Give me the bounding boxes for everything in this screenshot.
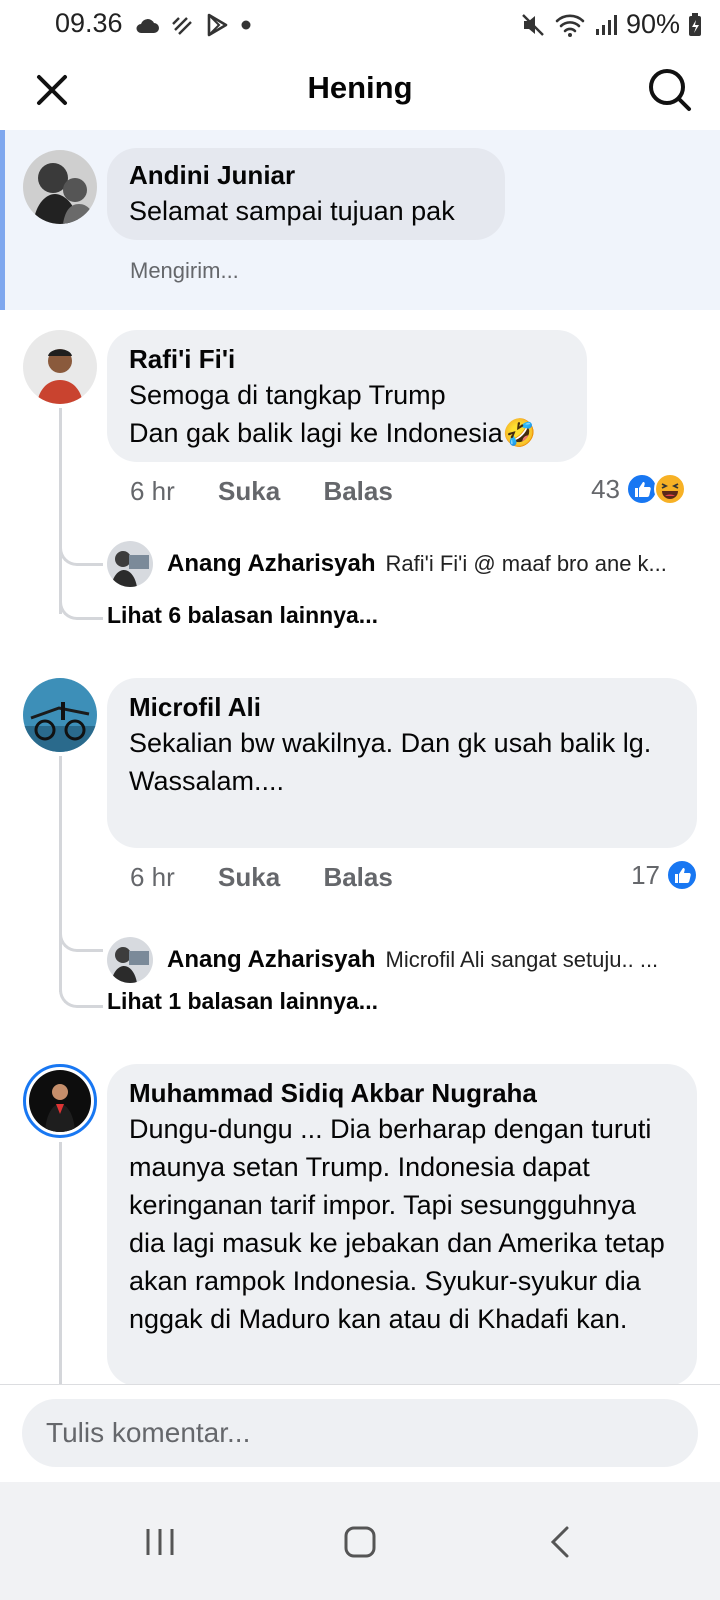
avatar-image xyxy=(23,330,97,404)
like-button[interactable]: Suka xyxy=(218,862,280,893)
search-button[interactable] xyxy=(646,66,694,114)
comment-author[interactable]: Microfil Ali xyxy=(129,690,675,724)
avatar-image xyxy=(29,1070,91,1132)
data-saver-icon xyxy=(172,17,192,35)
avatar-image xyxy=(107,937,153,983)
view-more-replies-link[interactable]: Lihat 6 balasan lainnya... xyxy=(107,602,378,629)
reply-preview[interactable]: Anang Azharisyah Microfil Ali sangat set… xyxy=(107,936,691,984)
status-time: 09.36 xyxy=(55,8,123,38)
reply-button[interactable]: Balas xyxy=(323,476,392,507)
reply-avatar[interactable] xyxy=(107,541,153,587)
system-icons: 90% xyxy=(520,9,702,40)
comment-text: Dungu-dungu ... Dia berharap dengan turu… xyxy=(129,1114,665,1334)
avatar-image xyxy=(23,150,97,224)
comment-input[interactable] xyxy=(22,1399,698,1467)
comment-bubble[interactable]: Muhammad Sidiq Akbar Nugraha Dungu-dungu… xyxy=(107,1064,697,1386)
cloud-icon xyxy=(136,19,159,33)
like-reaction-icon xyxy=(666,859,698,891)
comment-author[interactable]: Andini Juniar xyxy=(129,158,483,192)
reaction-summary[interactable]: 43 xyxy=(591,473,686,505)
home-icon xyxy=(344,1526,376,1558)
mute-icon xyxy=(522,13,544,36)
reply-preview[interactable]: Anang Azharisyah Rafi'i Fi'i @ maaf bro … xyxy=(107,540,687,588)
search-icon xyxy=(649,69,691,111)
thread-branch xyxy=(59,978,103,1008)
play-store-icon xyxy=(207,13,228,37)
comment-meta: 6 hr Suka Balas xyxy=(130,476,429,507)
reply-avatar[interactable] xyxy=(107,937,153,983)
reply-button[interactable]: Balas xyxy=(323,862,392,893)
view-more-replies-link[interactable]: Lihat 1 balasan lainnya... xyxy=(107,988,378,1015)
avatar-image xyxy=(23,678,97,752)
thread-line xyxy=(59,408,62,614)
comment-meta: 6 hr Suka Balas xyxy=(130,862,429,893)
dot-icon xyxy=(241,20,251,30)
reply-author[interactable]: Anang Azharisyah xyxy=(167,946,376,974)
reaction-summary[interactable]: 17 xyxy=(631,859,698,891)
system-nav-bar xyxy=(0,1482,720,1600)
reaction-count: 43 xyxy=(591,473,620,504)
notification-icons xyxy=(134,12,252,38)
battery-level: 90% xyxy=(625,9,680,39)
comment-text: Semoga di tangkap Trump Dan gak balik la… xyxy=(129,380,537,448)
thread-line xyxy=(59,756,62,992)
reply-author[interactable]: Anang Azharisyah xyxy=(167,550,376,578)
page-title: Hening xyxy=(307,70,413,105)
reply-text: Rafi'i Fi'i @ maaf bro ane k... xyxy=(385,551,667,576)
comment-author[interactable]: Muhammad Sidiq Akbar Nugraha xyxy=(129,1076,675,1110)
comment-text: Selamat sampai tujuan pak xyxy=(129,196,455,226)
wifi-icon xyxy=(555,14,585,37)
comment-composer xyxy=(0,1384,720,1482)
avatar[interactable] xyxy=(23,678,97,752)
back-button[interactable] xyxy=(530,1512,590,1572)
header: Hening xyxy=(0,52,720,128)
comment-text: Sekalian bw wakilnya. Dan gk usah balik … xyxy=(129,728,652,796)
battery-charging-icon xyxy=(689,12,701,36)
signal-icon xyxy=(595,14,617,35)
avatar-with-story-ring[interactable] xyxy=(23,1064,97,1138)
avatar[interactable] xyxy=(23,150,97,224)
thread-branch xyxy=(59,926,103,952)
comment-bubble[interactable]: Rafi'i Fi'i Semoga di tangkap Trump Dan … xyxy=(107,330,587,462)
comment-time: 6 hr xyxy=(130,476,175,506)
pending-comment: Andini Juniar Selamat sampai tujuan pak … xyxy=(0,130,720,310)
avatar[interactable] xyxy=(23,330,97,404)
thread-line xyxy=(59,1142,62,1384)
thread-branch xyxy=(59,592,103,620)
haha-reaction-icon xyxy=(654,473,686,505)
comment-author[interactable]: Rafi'i Fi'i xyxy=(129,342,565,376)
home-button[interactable] xyxy=(330,1512,390,1572)
avatar-image xyxy=(107,541,153,587)
reaction-count: 17 xyxy=(631,859,660,890)
like-button[interactable]: Suka xyxy=(218,476,280,507)
status-bar: 09.36 90% xyxy=(0,0,720,52)
reply-text: Microfil Ali sangat setuju.. ... xyxy=(385,947,659,972)
comment-time: 6 hr xyxy=(130,862,175,892)
back-icon xyxy=(550,1526,569,1558)
comment-bubble[interactable]: Microfil Ali Sekalian bw wakilnya. Dan g… xyxy=(107,678,697,848)
sending-status: Mengirim... xyxy=(130,258,239,283)
thread-branch xyxy=(59,540,103,566)
recent-apps-icon xyxy=(146,1529,174,1555)
comment-bubble[interactable]: Andini Juniar Selamat sampai tujuan pak xyxy=(107,148,505,240)
recent-apps-button[interactable] xyxy=(130,1512,190,1572)
